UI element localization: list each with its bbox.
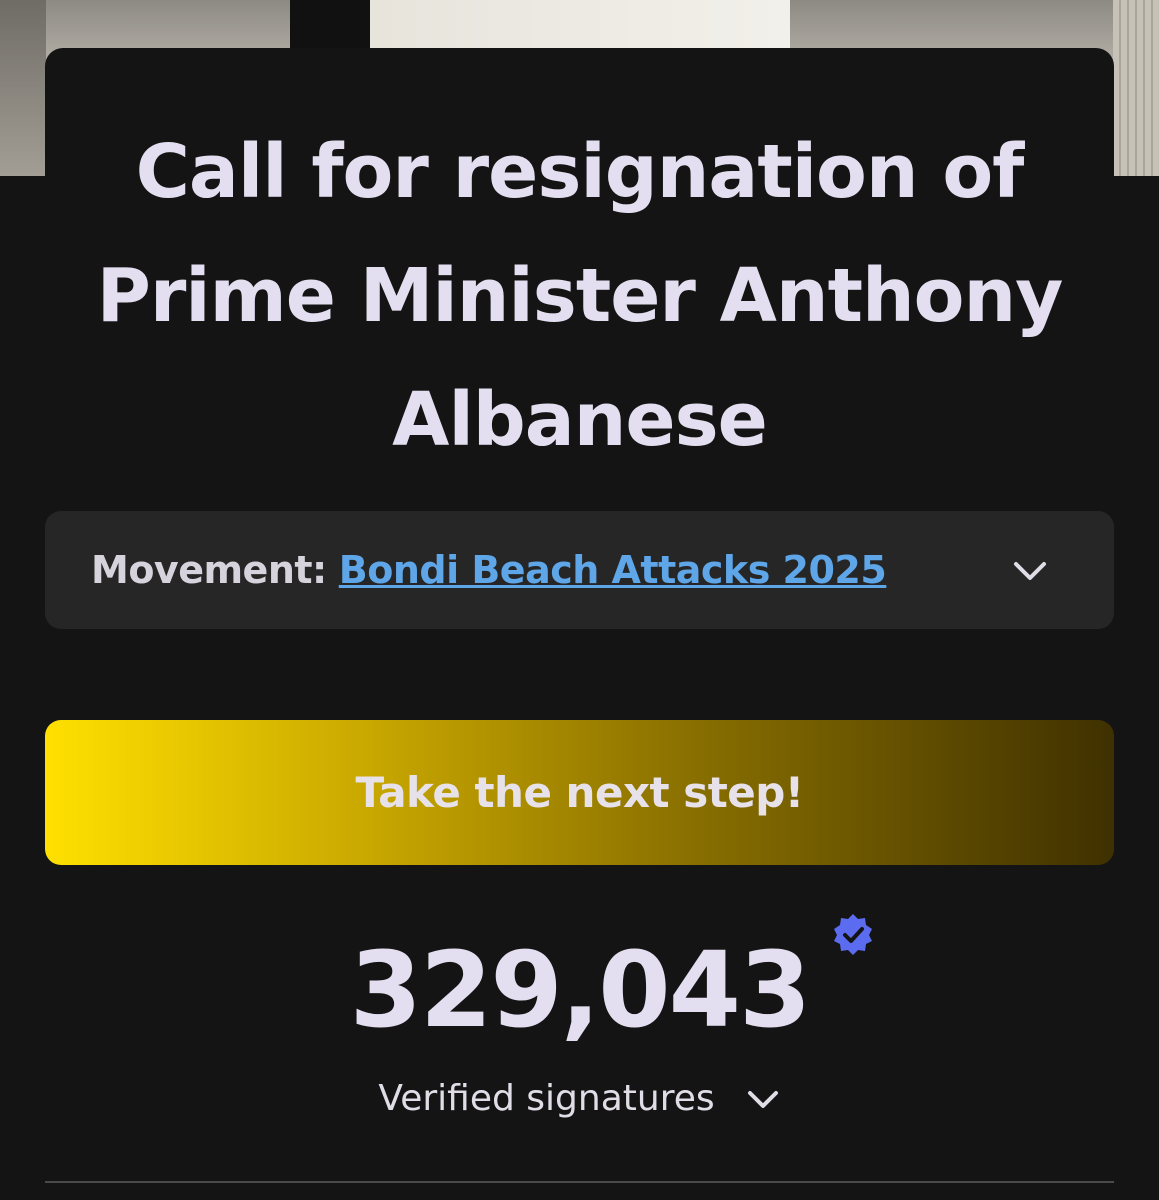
verified-signatures-label: Verified signatures	[378, 1078, 715, 1119]
petition-page: Call for resignation of Prime Minister A…	[0, 0, 1159, 1200]
petition-title: Call for resignation of Prime Minister A…	[96, 129, 1064, 463]
verified-signatures-toggle[interactable]: Verified signatures	[45, 1078, 1114, 1119]
signature-count-section: 329,043	[45, 914, 1114, 1060]
chevron-down-icon[interactable]	[1010, 551, 1050, 591]
section-divider	[45, 1181, 1114, 1183]
movement-panel[interactable]: Movement: Bondi Beach Attacks 2025	[45, 511, 1114, 629]
movement-label: Movement:	[91, 548, 327, 592]
signature-count-value: 329,043	[349, 929, 812, 1051]
verified-badge-icon	[834, 914, 873, 955]
signature-count: 329,043	[349, 914, 873, 1060]
chevron-down-icon[interactable]	[745, 1081, 781, 1117]
take-next-step-button[interactable]: Take the next step!	[45, 720, 1114, 865]
movement-link[interactable]: Bondi Beach Attacks 2025	[339, 548, 887, 592]
